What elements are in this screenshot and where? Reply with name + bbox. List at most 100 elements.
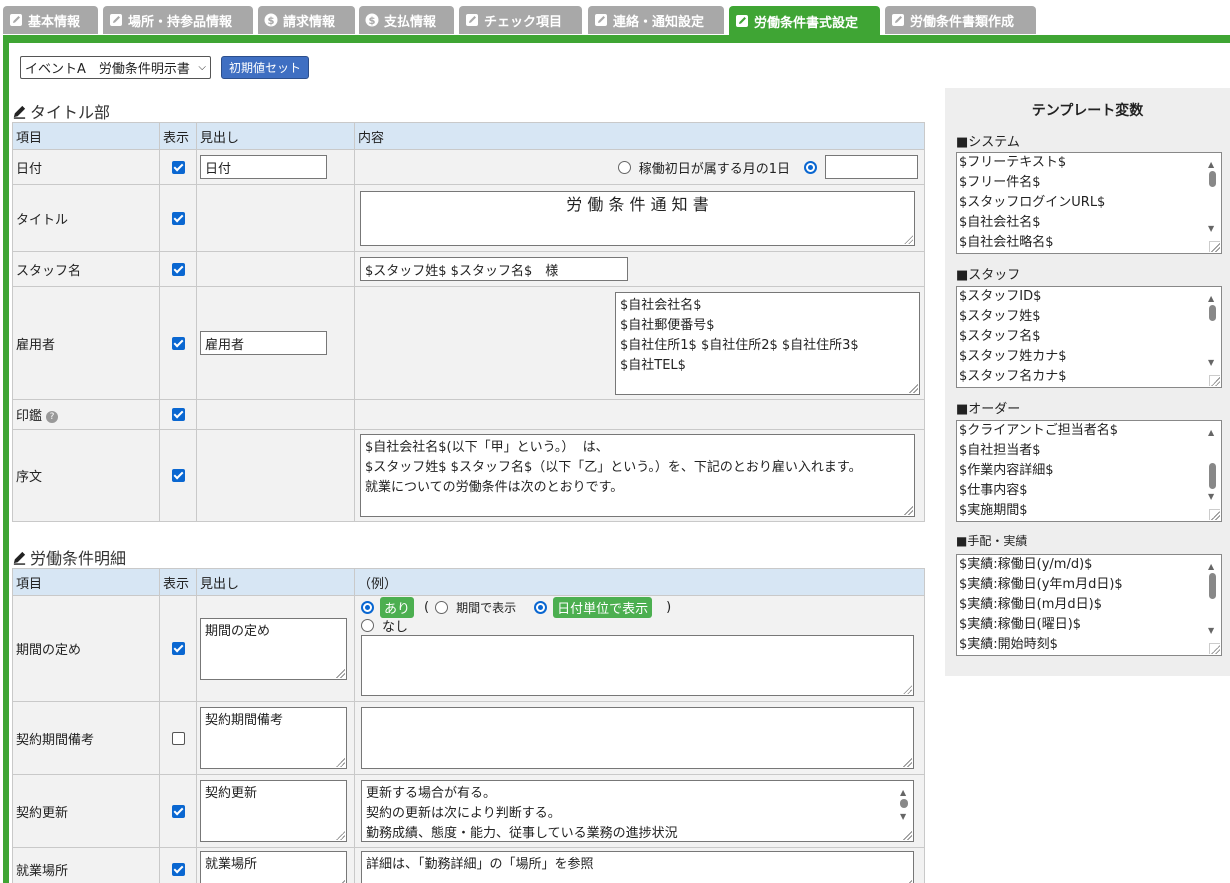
list-item[interactable]: $仕事内容$ bbox=[959, 481, 1221, 501]
table-row: 日付 日付 稼働初日が属する月の1日 bbox=[12, 149, 925, 185]
tab-underline bbox=[3, 35, 1230, 43]
list-item[interactable]: $実績:稼働日(曜日)$ bbox=[959, 615, 1221, 635]
resize-handle[interactable] bbox=[1209, 241, 1220, 252]
help-icon[interactable]: ? bbox=[46, 410, 59, 423]
staff-name-input[interactable]: $スタッフ姓$ $スタッフ名$ 様 bbox=[360, 257, 628, 281]
resize-handle[interactable] bbox=[1209, 643, 1220, 654]
list-item[interactable]: $スタッフ姓カナ$ bbox=[959, 347, 1221, 367]
tab-labor-create[interactable]: 労働条件書類作成 bbox=[885, 6, 1036, 34]
radio-custom-date[interactable] bbox=[804, 160, 817, 174]
show-checkbox[interactable] bbox=[171, 408, 185, 421]
radio-period-day[interactable] bbox=[534, 601, 548, 614]
radio-period-no[interactable] bbox=[361, 618, 374, 632]
radio-period-yes[interactable] bbox=[361, 601, 374, 614]
var-list-order[interactable]: $クライアントご担当者名$ $自社担当者$ $作業内容詳細$ $仕事内容$ $実… bbox=[956, 420, 1222, 522]
show-checkbox[interactable] bbox=[171, 731, 185, 745]
preface-textarea[interactable]: $自社会社名$(以下「甲」という。） は、 $スタッフ姓$ $スタッフ名$（以下… bbox=[360, 434, 915, 517]
group-label: ■システム bbox=[956, 135, 1020, 150]
edit-icon bbox=[465, 13, 479, 27]
tab-payment[interactable]: $ 支払情報 bbox=[359, 6, 454, 34]
list-item[interactable]: $自社担当者$ bbox=[959, 441, 1221, 461]
tab-check-items[interactable]: チェック項目 bbox=[459, 6, 582, 34]
list-item[interactable]: $スタッフID$ bbox=[959, 287, 1221, 307]
scrollbar[interactable]: ▲ ▼ bbox=[1204, 555, 1221, 655]
renewal-textarea[interactable]: 更新する場合が有る。 契約の更新は次により判断する。 勤務成績、態度・能力、従事… bbox=[361, 780, 914, 842]
list-item[interactable]: $実績:稼働日(m月d日)$ bbox=[959, 595, 1221, 615]
tab-basic-info[interactable]: 基本情報 bbox=[3, 6, 98, 34]
list-item[interactable]: $実施期間$ bbox=[959, 501, 1221, 521]
label-textarea[interactable]: 契約更新 bbox=[200, 780, 347, 842]
table-row: タイトル 労 働 条 件 通 知 書 bbox=[12, 184, 925, 252]
row-item-label: 就業場所 bbox=[12, 847, 160, 883]
list-item[interactable]: $実績:開始時刻$ bbox=[959, 635, 1221, 655]
scrollbar[interactable]: ▲ ▼ bbox=[1204, 287, 1221, 387]
tab-label: 連絡・通知設定 bbox=[613, 14, 705, 30]
show-checkbox[interactable] bbox=[171, 642, 185, 655]
scroll-thumb[interactable] bbox=[1209, 573, 1216, 599]
tab-label: 労働条件書類作成 bbox=[910, 14, 1015, 30]
tab-notification[interactable]: 連絡・通知設定 bbox=[588, 6, 724, 34]
list-item[interactable]: $クライアントご担当者名$ bbox=[959, 421, 1221, 441]
list-item[interactable]: $スタッフ名$ bbox=[959, 327, 1221, 347]
workplace-textarea[interactable]: 詳細は、「勤務詳細」の「場所」を参照 bbox=[361, 851, 914, 883]
init-button[interactable]: 初期値セット bbox=[221, 56, 310, 79]
renewal-text: 更新する場合が有る。 契約の更新は次により判断する。 勤務成績、態度・能力、従事… bbox=[366, 786, 678, 841]
resize-handle[interactable] bbox=[1209, 509, 1220, 520]
tab-billing[interactable]: $ 請求情報 bbox=[258, 6, 355, 34]
radio-period-range[interactable] bbox=[435, 601, 449, 614]
list-item[interactable]: $スタッフ姓$ bbox=[959, 307, 1221, 327]
tab-location-items[interactable]: 場所・持参品情報 bbox=[103, 6, 253, 34]
list-item[interactable]: $フリーテキスト$ bbox=[959, 153, 1221, 173]
date-input[interactable] bbox=[825, 155, 918, 179]
resize-handle[interactable] bbox=[1209, 375, 1220, 386]
tab-label: チェック項目 bbox=[484, 14, 563, 30]
employer-textarea[interactable]: $自社会社名$ $自社郵便番号$ $自社住所1$ $自社住所2$ $自社住所3$… bbox=[615, 291, 920, 395]
table-row: 契約更新 契約更新 更新する場合が有る。 契約の更新は次により判断する。 勤務成… bbox=[12, 774, 925, 848]
group-label: ■スタッフ bbox=[956, 268, 1021, 283]
label-textarea[interactable]: 契約期間備考 bbox=[200, 707, 347, 769]
show-checkbox[interactable] bbox=[171, 160, 185, 174]
scrollbar[interactable]: ▲ ▼ bbox=[1204, 421, 1221, 521]
tab-labor-format[interactable]: 労働条件書式設定 bbox=[729, 6, 880, 36]
var-list-staff[interactable]: $スタッフID$ $スタッフ姓$ $スタッフ名$ $スタッフ姓カナ$ $スタッフ… bbox=[956, 286, 1222, 388]
label-textarea[interactable]: 期間の定め bbox=[200, 617, 347, 680]
template-select[interactable]: イベントA 労働条件明示書 ⌵ bbox=[20, 56, 211, 79]
var-list-system[interactable]: $フリーテキスト$ $フリー件名$ $スタッフログインURL$ $自社会社名$ … bbox=[956, 152, 1222, 254]
label-input[interactable]: 雇用者 bbox=[200, 331, 327, 355]
col-item: 項目 bbox=[12, 568, 160, 596]
period-textarea[interactable] bbox=[361, 635, 914, 696]
template-select-value: イベントA 労働条件明示書 bbox=[25, 62, 190, 77]
scroll-thumb[interactable] bbox=[1209, 171, 1216, 187]
edit-icon bbox=[594, 13, 608, 27]
tab-bar: 基本情報 場所・持参品情報 $ 請求情報 $ 支払情報 チェック項目 連絡・通知… bbox=[0, 0, 1230, 36]
dollar-icon: $ bbox=[365, 13, 379, 27]
label-textarea[interactable]: 就業場所 bbox=[200, 851, 347, 883]
scrollbar[interactable]: ▲ ▼ bbox=[1204, 153, 1221, 253]
scrollbar[interactable]: ▲ ▼ bbox=[897, 783, 911, 827]
list-item[interactable]: $実績:稼働日(y年m月d日)$ bbox=[959, 575, 1221, 595]
panel-title: テンプレート変数 bbox=[1031, 103, 1144, 119]
show-checkbox[interactable] bbox=[171, 863, 185, 876]
list-item[interactable]: $作業内容詳細$ bbox=[959, 461, 1221, 481]
show-checkbox[interactable] bbox=[171, 211, 185, 225]
list-item[interactable]: $自社会社略名$ bbox=[959, 233, 1221, 253]
detail-section-heading: 労働条件明細 bbox=[12, 545, 126, 569]
radio-first-day[interactable] bbox=[617, 160, 631, 174]
scroll-thumb[interactable] bbox=[1209, 463, 1216, 489]
list-item[interactable]: $自社会社名$ bbox=[959, 213, 1221, 233]
show-checkbox[interactable] bbox=[171, 262, 185, 276]
scroll-thumb[interactable] bbox=[1209, 305, 1216, 321]
contract-note-textarea[interactable] bbox=[361, 707, 914, 769]
list-item[interactable]: $スタッフログインURL$ bbox=[959, 193, 1221, 213]
template-vars-panel: テンプレート変数 ■システム $フリーテキスト$ $フリー件名$ $スタッフログ… bbox=[945, 88, 1230, 676]
label-input[interactable]: 日付 bbox=[200, 155, 327, 179]
list-item[interactable]: $フリー件名$ bbox=[959, 173, 1221, 193]
list-item[interactable]: $実績:稼働日(y/m/d)$ bbox=[959, 555, 1221, 575]
show-checkbox[interactable] bbox=[171, 804, 185, 818]
title-textarea[interactable]: 労 働 条 件 通 知 書 bbox=[360, 190, 915, 246]
chevron-down-icon: ⌵ bbox=[198, 62, 206, 73]
list-item[interactable]: $スタッフ名カナ$ bbox=[959, 367, 1221, 387]
show-checkbox[interactable] bbox=[171, 469, 185, 482]
var-list-arrangement[interactable]: $実績:稼働日(y/m/d)$ $実績:稼働日(y年m月d日)$ $実績:稼働日… bbox=[956, 554, 1222, 656]
show-checkbox[interactable] bbox=[171, 336, 185, 350]
